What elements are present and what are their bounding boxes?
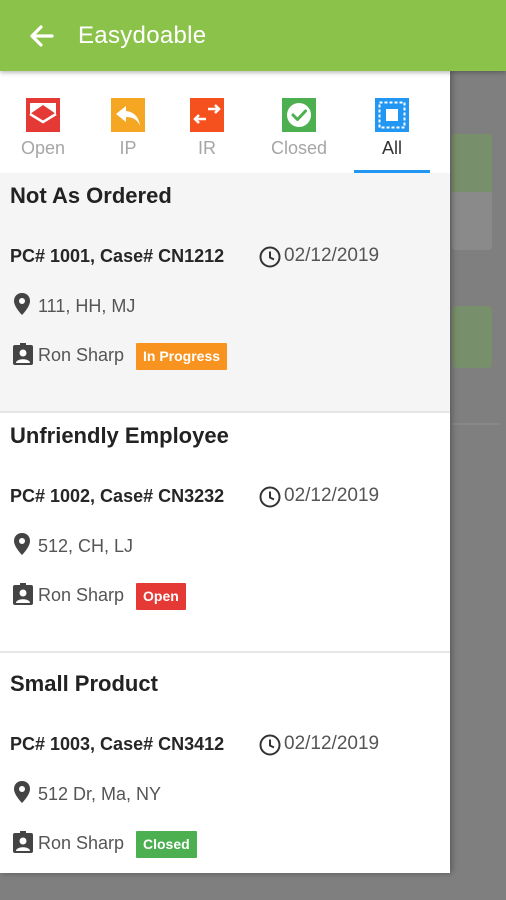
case-title: Small Product (10, 671, 158, 696)
tab-all-label: All (381, 138, 402, 158)
arrow-left-icon (30, 25, 54, 47)
tab-closed[interactable]: Closed (244, 71, 354, 173)
background-card-header (452, 134, 492, 192)
case-date: 02/12/2019 (284, 245, 380, 266)
select-all-icon (375, 98, 409, 132)
clock-icon (259, 486, 281, 508)
open-mail-icon (26, 98, 60, 132)
case-meta: PC# 1003, Case# CN3412 (10, 734, 225, 754)
case-title: Unfriendly Employee (10, 423, 229, 448)
case-meta: PC# 1001, Case# CN1212 (10, 246, 225, 266)
case-assignee: Ron Sharp (38, 345, 125, 365)
contact-badge-icon (13, 831, 33, 853)
tab-all[interactable]: All (354, 71, 430, 173)
contact-badge-icon (13, 583, 33, 605)
case-date: 02/12/2019 (284, 733, 380, 754)
status-badge: Closed (136, 831, 197, 858)
location-pin-icon (14, 533, 30, 555)
reply-icon (111, 98, 145, 132)
case-address: 111, HH, MJ (38, 296, 136, 316)
case-title: Not As Ordered (10, 183, 172, 208)
background-card (452, 134, 492, 250)
status-badge: In Progress (136, 343, 228, 370)
app-title: Easydoable (78, 22, 207, 49)
status-tabs: Open IP IR Closed All (0, 71, 450, 173)
tab-closed-label: Closed (270, 138, 328, 158)
tab-open-label: Open (20, 138, 66, 158)
check-circle-icon (282, 98, 316, 132)
tab-ip[interactable]: IP (86, 71, 170, 173)
case-address: 512 Dr, Ma, NY (38, 784, 162, 804)
background-card (452, 306, 492, 368)
case-card[interactable]: Small Product PC# 1003, Case# CN3412 02/… (0, 661, 450, 873)
clock-icon (259, 246, 281, 268)
clock-icon (259, 734, 281, 756)
status-badge: Open (136, 583, 186, 610)
back-button[interactable] (26, 20, 58, 52)
tab-ir[interactable]: IR (170, 71, 244, 173)
contact-badge-icon (13, 343, 33, 365)
location-pin-icon (14, 293, 30, 315)
tab-open[interactable]: Open (0, 71, 86, 173)
cases-panel: Open IP IR Closed All Not As Ordered PC#… (0, 71, 450, 873)
tab-ir-label: IR (198, 138, 216, 158)
background-divider (452, 423, 500, 425)
case-assignee: Ron Sharp (38, 833, 125, 853)
case-card[interactable]: Unfriendly Employee PC# 1002, Case# CN32… (0, 413, 450, 653)
tab-ip-label: IP (119, 138, 137, 158)
case-card[interactable]: Not As Ordered PC# 1001, Case# CN1212 02… (0, 173, 450, 413)
case-date: 02/12/2019 (284, 485, 380, 506)
case-address: 512, CH, LJ (38, 536, 134, 556)
case-assignee: Ron Sharp (38, 585, 125, 605)
app-bar: Easydoable (0, 0, 506, 71)
location-pin-icon (14, 781, 30, 803)
case-meta: PC# 1002, Case# CN3232 (10, 486, 225, 506)
swap-arrows-icon (190, 98, 224, 132)
